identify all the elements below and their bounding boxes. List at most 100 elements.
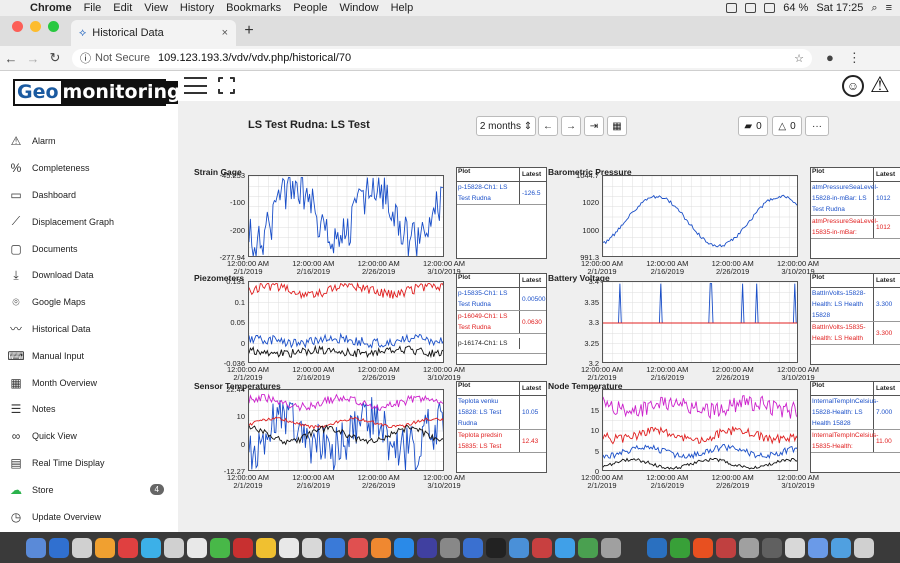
menu-help[interactable]: Help — [391, 2, 422, 14]
dock-app-icon[interactable] — [394, 537, 414, 558]
chart-plot-area[interactable] — [248, 389, 444, 471]
clock[interactable]: Sat 17:25 — [816, 2, 863, 14]
time-range-select[interactable]: 2 months ⇕ — [476, 116, 536, 136]
dock-app-icon[interactable] — [532, 537, 552, 558]
dock-app-icon[interactable] — [187, 537, 207, 558]
dock-app-icon[interactable] — [26, 537, 46, 558]
dock-app-icon[interactable] — [854, 537, 874, 558]
legend-row[interactable]: p-16174-Ch1: LS — [457, 334, 546, 354]
dock-app-icon[interactable] — [371, 537, 391, 558]
chart-plot-area[interactable] — [248, 175, 444, 257]
spotlight-icon[interactable]: ⌕ — [871, 2, 877, 15]
dock-app-icon[interactable] — [831, 537, 851, 558]
omnibox[interactable]: ⓘ Not Secure 109.123.193.3/vdv/vdv.php/h… — [72, 48, 812, 68]
sidebar-item-update-overview[interactable]: ◷ Update Overview — [0, 503, 178, 530]
new-tab-button[interactable]: + — [236, 22, 262, 40]
sidebar-item-documents[interactable]: ▢ Documents — [0, 235, 178, 262]
dock-app-icon[interactable] — [417, 537, 437, 558]
dock-app-icon[interactable] — [739, 537, 759, 558]
chrome-menu-icon[interactable]: ⋮ — [848, 50, 861, 66]
hamburger-menu-icon[interactable] — [184, 77, 207, 94]
legend-row[interactable]: p-15828-Ch1: LS Test Rudna -126.5 — [457, 182, 546, 205]
dock-app-icon[interactable] — [762, 537, 782, 558]
menu-edit[interactable]: Edit — [113, 2, 140, 14]
chart-plot-area[interactable] — [602, 389, 798, 471]
zoom-window-button[interactable] — [48, 20, 59, 32]
legend-row[interactable]: atmPressureSeaLevel-15835-in-mBar: 1012 — [811, 216, 900, 239]
menu-file[interactable]: File — [84, 2, 110, 14]
sidebar-item-store[interactable]: ☁ Store 4 — [0, 476, 178, 503]
jump-to-end-button[interactable]: ⇥ — [584, 116, 604, 136]
prev-period-button[interactable]: ← — [538, 116, 558, 136]
dock-app-icon[interactable] — [95, 537, 115, 558]
volume-icon[interactable] — [764, 3, 776, 13]
dock-app-icon[interactable] — [325, 537, 345, 558]
legend-row[interactable]: BattInVolts-15835-Health: LS Health 3.300 — [811, 322, 900, 345]
dock-app-icon[interactable] — [440, 537, 460, 558]
dock-app-icon[interactable] — [256, 537, 276, 558]
menu-app[interactable]: Chrome — [30, 2, 80, 14]
menu-view[interactable]: View — [144, 2, 176, 14]
battery-percent[interactable]: 64 % — [783, 2, 808, 14]
chart-plot-area[interactable] — [602, 175, 798, 257]
next-period-button[interactable]: → — [561, 116, 581, 136]
dock-app-icon[interactable] — [72, 537, 92, 558]
browser-tab[interactable]: ⟡ Historical Data × — [71, 20, 236, 46]
minimize-window-button[interactable] — [30, 20, 41, 32]
dock-app-icon[interactable] — [486, 537, 506, 558]
sidebar-item-quick-view[interactable]: ∞ Quick View — [0, 423, 178, 450]
legend-row[interactable]: Teplota venku 15828: LS Test Rudna 10.05 — [457, 396, 546, 430]
sidebar-item-notes[interactable]: ☰ Notes — [0, 396, 178, 423]
geomonitoring-logo[interactable]: Geo monitoring — [13, 79, 183, 106]
more-options-button[interactable]: ··· — [805, 116, 829, 136]
profile-icon[interactable]: ● — [826, 50, 834, 66]
dock-app-icon[interactable] — [118, 537, 138, 558]
legend-row[interactable]: BattInVolts-15828-Health: LS Health 1582… — [811, 288, 900, 322]
dock-app-icon[interactable] — [716, 537, 736, 558]
dock-app-icon[interactable] — [302, 537, 322, 558]
sidebar-item-historical-data[interactable]: 〰 Historical Data — [0, 316, 178, 343]
menu-history[interactable]: History — [180, 2, 222, 14]
sidebar-item-completeness[interactable]: % Completeness — [0, 155, 178, 182]
dock-app-icon[interactable] — [210, 537, 230, 558]
dock-app-icon[interactable] — [348, 537, 368, 558]
legend-row[interactable]: p-15835-Ch1: LS Test Rudna 0.00500 — [457, 288, 546, 311]
legend-row[interactable]: Teplota predsin 15835: LS Test 12.43 — [457, 430, 546, 453]
forward-button[interactable]: → — [22, 51, 44, 66]
dock-app-icon[interactable] — [141, 537, 161, 558]
sidebar-item-dashboard[interactable]: ▭ Dashboard — [0, 182, 178, 209]
dock-app-icon[interactable] — [785, 537, 805, 558]
wifi-icon[interactable] — [745, 3, 757, 13]
menu-bookmarks[interactable]: Bookmarks — [226, 2, 289, 14]
sidebar-item-google-maps[interactable]: ⌾ Google Maps — [0, 289, 178, 316]
sidebar-item-manual-input[interactable]: ⌨ Manual Input — [0, 342, 178, 369]
legend-row[interactable]: p-16049-Ch1: LS Test Rudna 0.0630 — [457, 311, 546, 334]
dock-app-icon[interactable] — [670, 537, 690, 558]
sidebar-item-real-time-display[interactable]: ▤ Real Time Display — [0, 450, 178, 477]
dock-app-icon[interactable] — [279, 537, 299, 558]
sidebar-item-month-overview[interactable]: ▦ Month Overview — [0, 369, 178, 396]
sidebar-item-download-data[interactable]: ⤓ Download Data — [0, 262, 178, 289]
dock-app-icon[interactable] — [233, 537, 253, 558]
legend-row[interactable]: atmPressureSeaLevel-15828-in-mBar: LS Te… — [811, 182, 900, 216]
sidebar-item-displacement-graph[interactable]: ⟋ Displacement Graph — [0, 208, 178, 235]
bookmark-star-icon[interactable]: ☆ — [794, 52, 804, 65]
dock-app-icon[interactable] — [509, 537, 529, 558]
legend-row[interactable]: InternalTempInCelsius-15828-Health: LS H… — [811, 396, 900, 430]
dock-app-icon[interactable] — [647, 537, 667, 558]
dock-app-icon[interactable] — [693, 537, 713, 558]
chart-plot-area[interactable] — [602, 281, 798, 363]
dropbox-icon[interactable] — [726, 3, 738, 13]
control-center-icon[interactable]: ≡ — [886, 2, 892, 14]
close-window-button[interactable] — [12, 20, 23, 32]
close-tab-icon[interactable]: × — [222, 27, 228, 39]
reload-button[interactable]: ↻ — [44, 50, 66, 66]
calendar-button[interactable]: ▦ — [607, 116, 627, 136]
user-account-icon[interactable]: ☺ — [842, 75, 864, 97]
back-button[interactable]: ← — [0, 51, 22, 66]
dock-app-icon[interactable] — [164, 537, 184, 558]
dock-app-icon[interactable] — [555, 537, 575, 558]
fullscreen-icon[interactable] — [218, 77, 235, 94]
chart-plot-area[interactable] — [248, 281, 444, 363]
url-text[interactable]: 109.123.193.3/vdv/vdv.php/historical/70 — [158, 52, 351, 64]
